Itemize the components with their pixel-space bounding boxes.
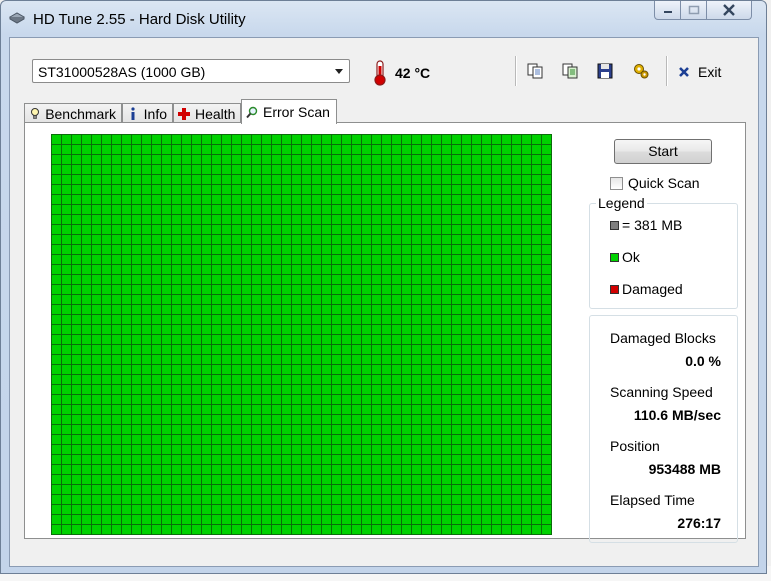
elapsed-time-label: Elapsed Time — [610, 492, 695, 508]
damaged-blocks-value: 0.0 % — [685, 353, 721, 369]
exit-button[interactable]: Exit — [678, 61, 721, 83]
window-title: HD Tune 2.55 - Hard Disk Utility — [33, 11, 246, 28]
hard-disk-app-icon — [9, 12, 25, 24]
checkbox-box[interactable] — [610, 176, 623, 190]
scanning-speed-value: 110.6 MB/sec — [633, 407, 721, 423]
legend-item-block-size: = 381 MB — [610, 217, 682, 233]
save-icon — [597, 63, 613, 79]
chevron-down-icon — [335, 69, 343, 74]
quick-scan-label: Quick Scan — [628, 175, 700, 191]
quick-scan-checkbox[interactable]: Quick Scan — [610, 175, 700, 191]
scanning-speed-label: Scanning Speed — [610, 384, 713, 400]
copy-all-button[interactable] — [559, 60, 581, 82]
tab-benchmark-label: Benchmark — [45, 105, 116, 122]
legend-group: Legend = 381 MB Ok Damaged — [589, 195, 738, 309]
scan-statistics-group: Damaged Blocks 0.0 % Scanning Speed 110.… — [589, 315, 738, 543]
main-window: HD Tune 2.55 - Hard Disk Utility ST31000… — [0, 0, 767, 574]
health-cross-icon — [178, 107, 190, 121]
options-button[interactable] — [630, 60, 652, 82]
title-bar[interactable]: HD Tune 2.55 - Hard Disk Utility — [1, 1, 766, 35]
damaged-blocks-label: Damaged Blocks — [610, 330, 716, 346]
scan-block-map — [51, 134, 552, 535]
thermometer-icon — [374, 60, 386, 86]
copy-all-icon — [562, 63, 578, 79]
maximize-button[interactable] — [681, 1, 707, 20]
drive-select-value: ST31000528AS (1000 GB) — [38, 64, 206, 80]
toolbar-separator — [666, 56, 668, 86]
elapsed-time-value: 276:17 — [677, 515, 721, 531]
tab-info-label: Info — [143, 105, 167, 122]
copy-button[interactable] — [524, 60, 546, 82]
toolbar-separator — [515, 56, 517, 86]
position-label: Position — [610, 438, 660, 454]
tab-info[interactable]: Info — [122, 103, 173, 123]
tab-health-label: Health — [195, 105, 236, 122]
tab-benchmark[interactable]: Benchmark — [24, 103, 122, 123]
options-icon — [634, 64, 649, 79]
red-swatch-icon — [610, 284, 619, 294]
close-icon — [723, 4, 735, 16]
tab-error-scan-label: Error Scan — [263, 104, 330, 120]
exit-label: Exit — [698, 64, 722, 80]
minimize-button[interactable] — [654, 1, 681, 20]
green-swatch-icon — [610, 252, 619, 262]
info-icon — [127, 106, 139, 121]
magnifier-icon — [246, 105, 258, 119]
gray-swatch-icon — [610, 220, 619, 230]
error-scan-panel: Start Quick Scan Legend = 381 MB Ok Dama… — [24, 122, 746, 543]
maximize-icon — [688, 5, 699, 15]
copy-icon — [527, 63, 543, 79]
tab-health[interactable]: Health — [173, 103, 241, 123]
minimize-icon — [663, 11, 672, 13]
exit-x-icon — [679, 67, 689, 77]
legend-title: Legend — [596, 195, 647, 211]
position-value: 953488 MB — [648, 461, 721, 477]
lightbulb-icon — [29, 107, 40, 121]
legend-item-label: Damaged — [622, 281, 683, 297]
start-button[interactable]: Start — [614, 139, 712, 164]
temperature-readout: 42 °C — [395, 65, 431, 81]
client-area: ST31000528AS (1000 GB) 42 °C Exit Benchm… — [9, 37, 759, 567]
drive-select[interactable]: ST31000528AS (1000 GB) — [32, 59, 350, 83]
legend-item-ok: Ok — [610, 249, 640, 265]
legend-item-label: Ok — [622, 249, 640, 265]
save-button[interactable] — [594, 60, 616, 82]
legend-item-label: = 381 MB — [622, 217, 683, 233]
tab-error-scan[interactable]: Error Scan — [241, 99, 337, 124]
close-button[interactable] — [707, 1, 752, 20]
legend-item-damaged: Damaged — [610, 281, 683, 297]
